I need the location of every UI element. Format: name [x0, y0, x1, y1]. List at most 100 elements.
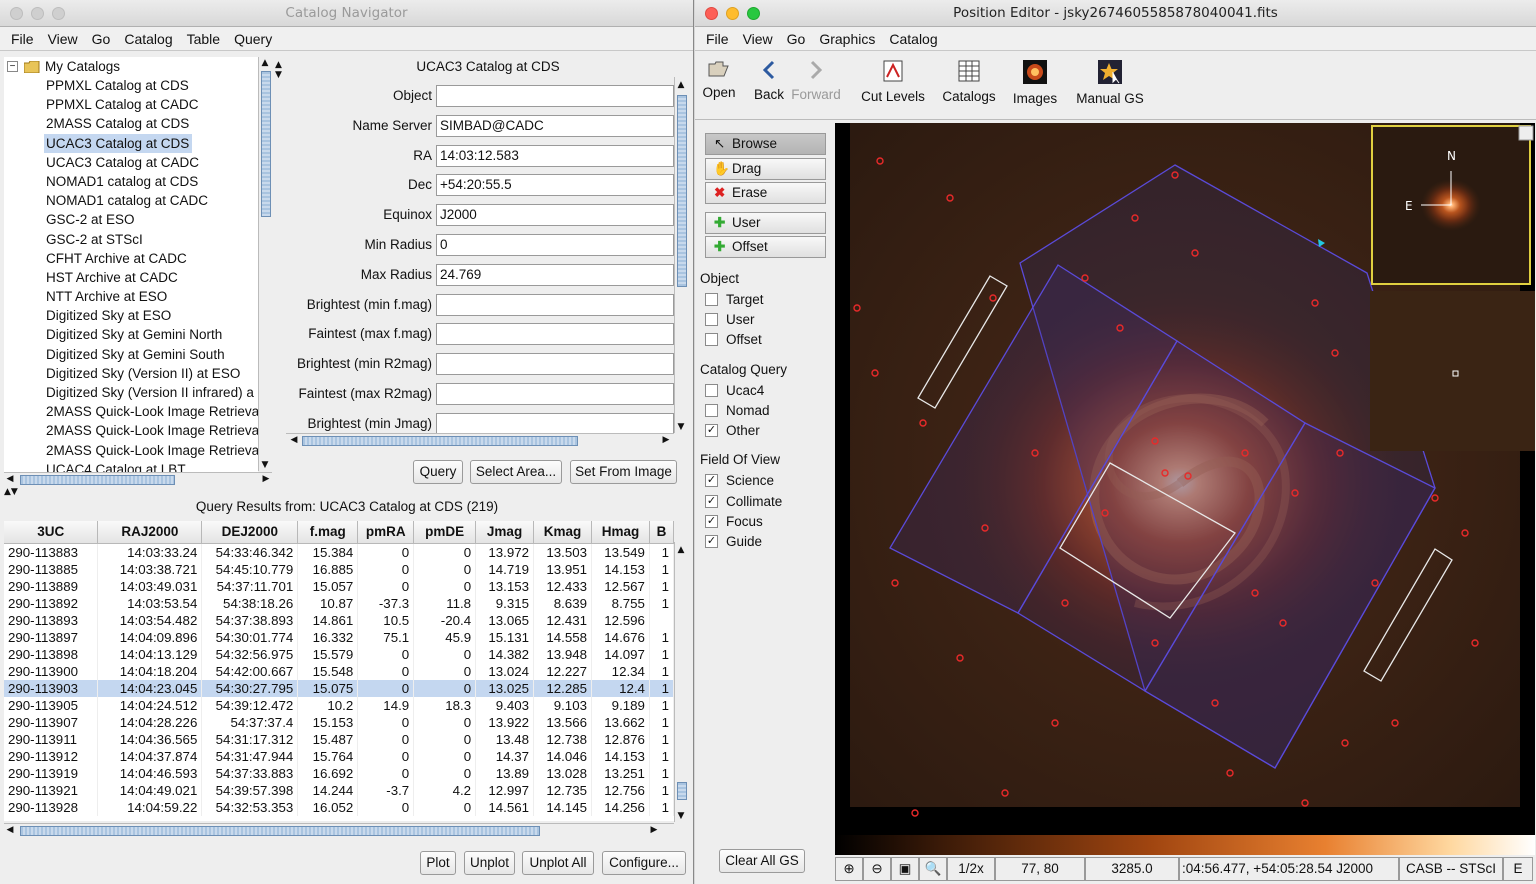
field-input[interactable] [436, 412, 674, 435]
table-row[interactable]: 290-113905 14:04:24.512 54:39:12.472 10.2 14… [4, 696, 674, 714]
focus-checkbox[interactable]: ✓ Focus [705, 514, 763, 529]
collapse-icon[interactable]: − [7, 61, 18, 72]
plot-button[interactable]: Plot [420, 851, 456, 875]
pan-scroll-up-icon[interactable] [1518, 125, 1534, 141]
column-header[interactable]: pmDE [413, 521, 477, 544]
minimize-icon[interactable] [726, 7, 739, 20]
scroll-thumb[interactable] [302, 436, 578, 446]
checkbox-box[interactable] [705, 333, 718, 346]
checkmark-icon[interactable]: ✓ [705, 535, 718, 548]
tree-item[interactable]: GSC-2 at ESO [4, 210, 258, 229]
set-from-image-button[interactable]: Set From Image [570, 460, 677, 484]
minimize-icon[interactable] [31, 7, 44, 20]
table-hscroll[interactable]: ◀ ▶ [4, 823, 674, 837]
tree-item[interactable]: NTT Archive at ESO [4, 287, 258, 306]
colorbar[interactable] [835, 835, 1535, 855]
scroll-up-icon[interactable]: ▲ [675, 544, 687, 556]
field-input[interactable] [436, 383, 674, 405]
scroll-thumb[interactable] [677, 782, 687, 800]
form-hscroll[interactable]: ◀ ▶ [286, 433, 674, 447]
galaxy-image[interactable]: N E [835, 123, 1535, 835]
field-input[interactable] [436, 85, 674, 107]
catalog-star-marker[interactable] [911, 809, 919, 817]
field-input[interactable] [436, 323, 674, 346]
field-input[interactable] [436, 353, 674, 376]
table-row[interactable]: 290-113900 14:04:18.204 54:42:00.667 15.548… [4, 662, 674, 680]
browse-mode-button[interactable]: ↖ Browse [705, 133, 826, 155]
column-header[interactable]: DEJ2000 [201, 521, 299, 544]
window-controls[interactable] [10, 7, 65, 20]
menu-graphics[interactable]: Graphics [812, 31, 882, 47]
table-row[interactable]: 290-113892 14:03:53.54 54:38:18.26 10.87 -37… [4, 594, 674, 612]
table-row[interactable]: 290-113889 14:03:49.031 54:37:11.701 15.057… [4, 577, 674, 595]
catalog-tree[interactable]: − My Catalogs PPMXL Catalog at CDS PPMXL … [4, 57, 258, 473]
table-row[interactable]: 290-113898 14:04:13.129 54:32:56.975 15.579… [4, 645, 674, 663]
menu-view[interactable]: View [736, 31, 780, 47]
scroll-down-icon[interactable]: ▼ [675, 810, 687, 822]
tree-item[interactable]: HST Archive at CADC [4, 268, 258, 287]
checkmark-icon[interactable]: ✓ [705, 424, 718, 437]
results-table[interactable]: 3UC RAJ2000 DEJ2000 f.mag pmRA pmDE Jmag Kmag Hm… [4, 521, 674, 821]
menu-view[interactable]: View [41, 31, 85, 47]
tree-item[interactable]: UCAC3 Catalog at CDS [44, 133, 193, 153]
guide-checkbox[interactable]: ✓ Guide [705, 534, 762, 549]
add-offset-button[interactable]: ✚ Offset [705, 236, 826, 258]
zoom-out-button[interactable]: ⊖ [863, 857, 891, 881]
catalogs-button[interactable]: Catalogs [939, 60, 999, 104]
window-controls[interactable] [705, 7, 760, 20]
tree-vscroll[interactable]: ▲ ▼ [258, 57, 272, 471]
tree-item[interactable]: GSC-2 at STScI [4, 230, 258, 249]
tree-item[interactable]: UCAC4 Catalog at LBT [4, 460, 258, 473]
menu-catalog[interactable]: Catalog [882, 31, 944, 47]
column-header[interactable]: Kmag [533, 521, 592, 544]
split-arrows-icon[interactable]: ▲▼ [275, 60, 283, 80]
column-header[interactable]: RAJ2000 [97, 521, 203, 544]
other-checkbox[interactable]: ✓ Other [705, 423, 760, 438]
checkbox-box[interactable] [705, 313, 718, 326]
checkmark-icon[interactable]: ✓ [705, 515, 718, 528]
checkbox-box[interactable] [705, 293, 718, 306]
column-header[interactable]: f.mag [297, 521, 359, 544]
scroll-thumb[interactable] [677, 95, 687, 287]
query-button[interactable]: Query [413, 460, 463, 484]
tree-item[interactable]: UCAC3 Catalog at CADC [4, 153, 258, 172]
unplot-button[interactable]: Unplot [464, 851, 515, 875]
target-checkbox[interactable]: Target [705, 292, 764, 307]
ucac4-checkbox[interactable]: Ucac4 [705, 383, 764, 398]
scroll-left-icon[interactable]: ◀ [4, 473, 16, 485]
tree-item[interactable]: Digitized Sky at Gemini North [4, 325, 258, 344]
field-input[interactable]: J2000 [436, 204, 674, 227]
scroll-thumb[interactable] [20, 475, 175, 485]
clear-all-gs-button[interactable]: Clear All GS [719, 849, 805, 873]
tree-item[interactable]: PPMXL Catalog at CDS [4, 76, 258, 95]
checkbox-box[interactable] [705, 404, 718, 417]
menu-file[interactable]: File [699, 31, 736, 47]
tree-item[interactable]: PPMXL Catalog at CADC [4, 95, 258, 114]
nomad-checkbox[interactable]: Nomad [705, 403, 770, 418]
tree-item[interactable]: 2MASS Quick-Look Image Retrieva [4, 402, 258, 421]
offset-checkbox[interactable]: Offset [705, 332, 762, 347]
table-row[interactable]: 290-113921 14:04:49.021 54:39:57.398 14.244… [4, 781, 674, 799]
column-header[interactable]: Hmag [591, 521, 650, 544]
scroll-right-icon[interactable]: ▶ [660, 434, 672, 446]
scroll-up-icon[interactable]: ▲ [259, 57, 271, 69]
column-header[interactable]: B [649, 521, 674, 544]
image-display[interactable]: N E [835, 123, 1535, 835]
field-input[interactable]: +54:20:55.5 [436, 174, 674, 197]
forward-button[interactable]: Forward [791, 60, 841, 102]
field-input[interactable]: SIMBAD@CADC [436, 114, 674, 137]
zoom-icon[interactable] [747, 7, 760, 20]
scroll-down-icon[interactable]: ▼ [259, 459, 271, 471]
tree-item[interactable]: Digitized Sky (Version II) at ESO [4, 364, 258, 383]
user-checkbox[interactable]: User [705, 312, 755, 327]
scroll-thumb[interactable] [261, 71, 271, 217]
field-input[interactable]: 0 [436, 234, 674, 256]
table-row[interactable]: 290-113893 14:03:54.482 54:37:38.893 14.861… [4, 611, 674, 629]
configure-button[interactable]: Configure... [602, 851, 686, 875]
table-row[interactable]: 290-113883 14:03:33.24 54:33:46.342 15.384 0… [4, 543, 674, 561]
checkbox-box[interactable] [705, 384, 718, 397]
scroll-right-icon[interactable]: ▶ [648, 824, 660, 836]
tree-item[interactable]: Digitized Sky (Version II infrared) a [4, 383, 258, 402]
scroll-up-icon[interactable]: ▲ [675, 79, 687, 91]
table-row[interactable]: 290-113885 14:03:38.721 54:45:10.779 16.885… [4, 560, 674, 578]
